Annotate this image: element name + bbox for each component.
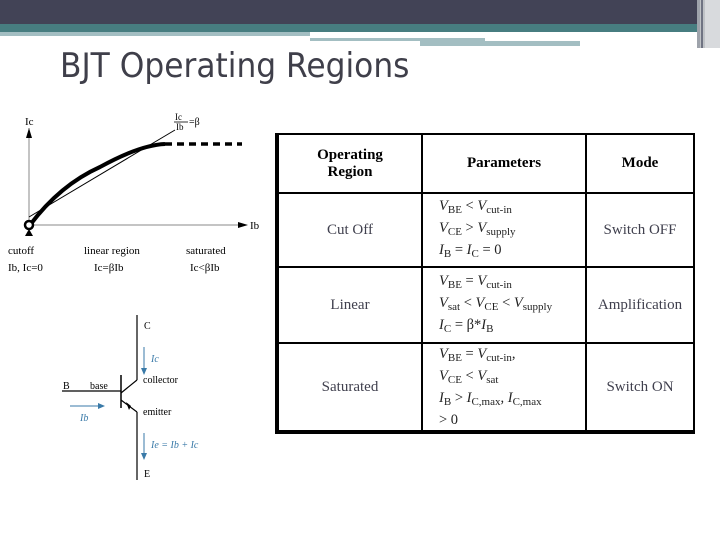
param-line: IC = β*IB bbox=[439, 317, 494, 335]
terminal-b-label: B bbox=[63, 381, 70, 392]
terminal-e-label: E bbox=[144, 469, 150, 480]
x-axis-label: Ib bbox=[250, 220, 260, 232]
slide-accent-line bbox=[420, 41, 580, 46]
ib-current-label: Ib bbox=[79, 413, 88, 424]
collector-label: collector bbox=[143, 375, 179, 386]
y-axis-arrowhead bbox=[26, 128, 32, 138]
parameters-cell: VBE = Vcut-in Vsat < VCE < Vsupply IC = … bbox=[422, 266, 587, 343]
table-row: Saturated VBE = Vcut-in, VCE < Vsat IB >… bbox=[277, 342, 695, 432]
parameters-cell: VBE = Vcut-in, VCE < Vsat IB > IC,max, I… bbox=[422, 342, 587, 432]
header-parameters: Parameters bbox=[422, 133, 587, 193]
region-cutoff-condition: Ib, Ic=0 bbox=[8, 262, 43, 274]
ib-arrow-head bbox=[98, 403, 105, 409]
header-operating-region: Operating Region bbox=[277, 133, 423, 193]
header-region-line1: Operating bbox=[317, 146, 383, 163]
slope-line bbox=[28, 129, 176, 218]
region-linear-condition: Ic=βIb bbox=[94, 262, 124, 274]
region-linear-label: linear region bbox=[84, 245, 140, 257]
terminal-c-label: C bbox=[144, 321, 151, 332]
mode-cell: Switch ON bbox=[586, 342, 695, 432]
region-cutoff-label: cutoff bbox=[8, 245, 34, 257]
ic-curve bbox=[28, 142, 166, 227]
slide-title: BJT Operating Regions bbox=[60, 46, 410, 86]
ic-arrow-head bbox=[141, 368, 147, 375]
header-region-line2: Region bbox=[327, 163, 373, 180]
param-line: VBE = Vcut-in, bbox=[439, 346, 516, 364]
origin-marker bbox=[23, 219, 35, 231]
y-axis-label: Ic bbox=[25, 116, 34, 128]
region-cell: Saturated bbox=[277, 342, 423, 432]
origin-marker-base bbox=[25, 229, 33, 236]
param-line: IB > IC,max, IC,max bbox=[439, 390, 542, 408]
param-line: Vsat < VCE < Vsupply bbox=[439, 295, 553, 313]
collector-diagonal bbox=[120, 379, 138, 394]
table-row: Cut Off VBE < Vcut-in VCE > Vsupply IB =… bbox=[277, 192, 695, 267]
table-row: Linear VBE = Vcut-in Vsat < VCE < Vsuppl… bbox=[277, 266, 695, 343]
ic-current-label: Ic bbox=[150, 354, 159, 365]
mode-cell: Switch OFF bbox=[586, 192, 695, 267]
operating-regions-table: Operating Region Parameters Mode Cut Off… bbox=[275, 133, 695, 434]
region-cell: Cut Off bbox=[277, 192, 423, 267]
emitter-label: emitter bbox=[143, 407, 172, 418]
ic-ib-characteristic-graph: Ic Ib Ic Ib =β cutoff Ib, Ic=0 linear re… bbox=[8, 112, 260, 274]
region-saturated-label: saturated bbox=[186, 245, 226, 257]
slope-numerator: Ic bbox=[175, 112, 182, 122]
ie-arrow-head bbox=[141, 453, 147, 460]
slide-top-bar bbox=[0, 0, 720, 24]
region-cell: Linear bbox=[277, 266, 423, 343]
param-line: IB = IC = 0 bbox=[439, 242, 502, 260]
emitter-arrowhead bbox=[126, 402, 131, 410]
slope-equation: =β bbox=[189, 117, 200, 128]
region-saturated-condition: Ic<βIb bbox=[190, 262, 220, 274]
slide-corner-decoration bbox=[701, 0, 703, 48]
header-mode: Mode bbox=[586, 133, 695, 193]
mode-cell: Amplification bbox=[586, 266, 695, 343]
param-line: VCE < Vsat bbox=[439, 368, 499, 386]
table-header-row: Operating Region Parameters Mode bbox=[277, 133, 695, 193]
x-axis-arrowhead bbox=[238, 222, 248, 228]
parameters-cell: VBE < Vcut-in VCE > Vsupply IB = IC = 0 bbox=[422, 192, 587, 267]
bjt-transistor-symbol: C B E base collector emitter Ic Ib Ie = … bbox=[62, 315, 199, 480]
param-line: VCE > Vsupply bbox=[439, 220, 516, 238]
param-line: VBE < Vcut-in bbox=[439, 198, 512, 216]
ie-current-label: Ie = Ib + Ic bbox=[150, 440, 199, 451]
base-label: base bbox=[90, 381, 108, 392]
param-line: VBE = Vcut-in bbox=[439, 273, 512, 291]
slide-accent-line bbox=[0, 32, 310, 36]
param-line: > 0 bbox=[439, 412, 459, 428]
slide-accent-band bbox=[0, 24, 700, 32]
slope-denominator: Ib bbox=[176, 122, 184, 132]
